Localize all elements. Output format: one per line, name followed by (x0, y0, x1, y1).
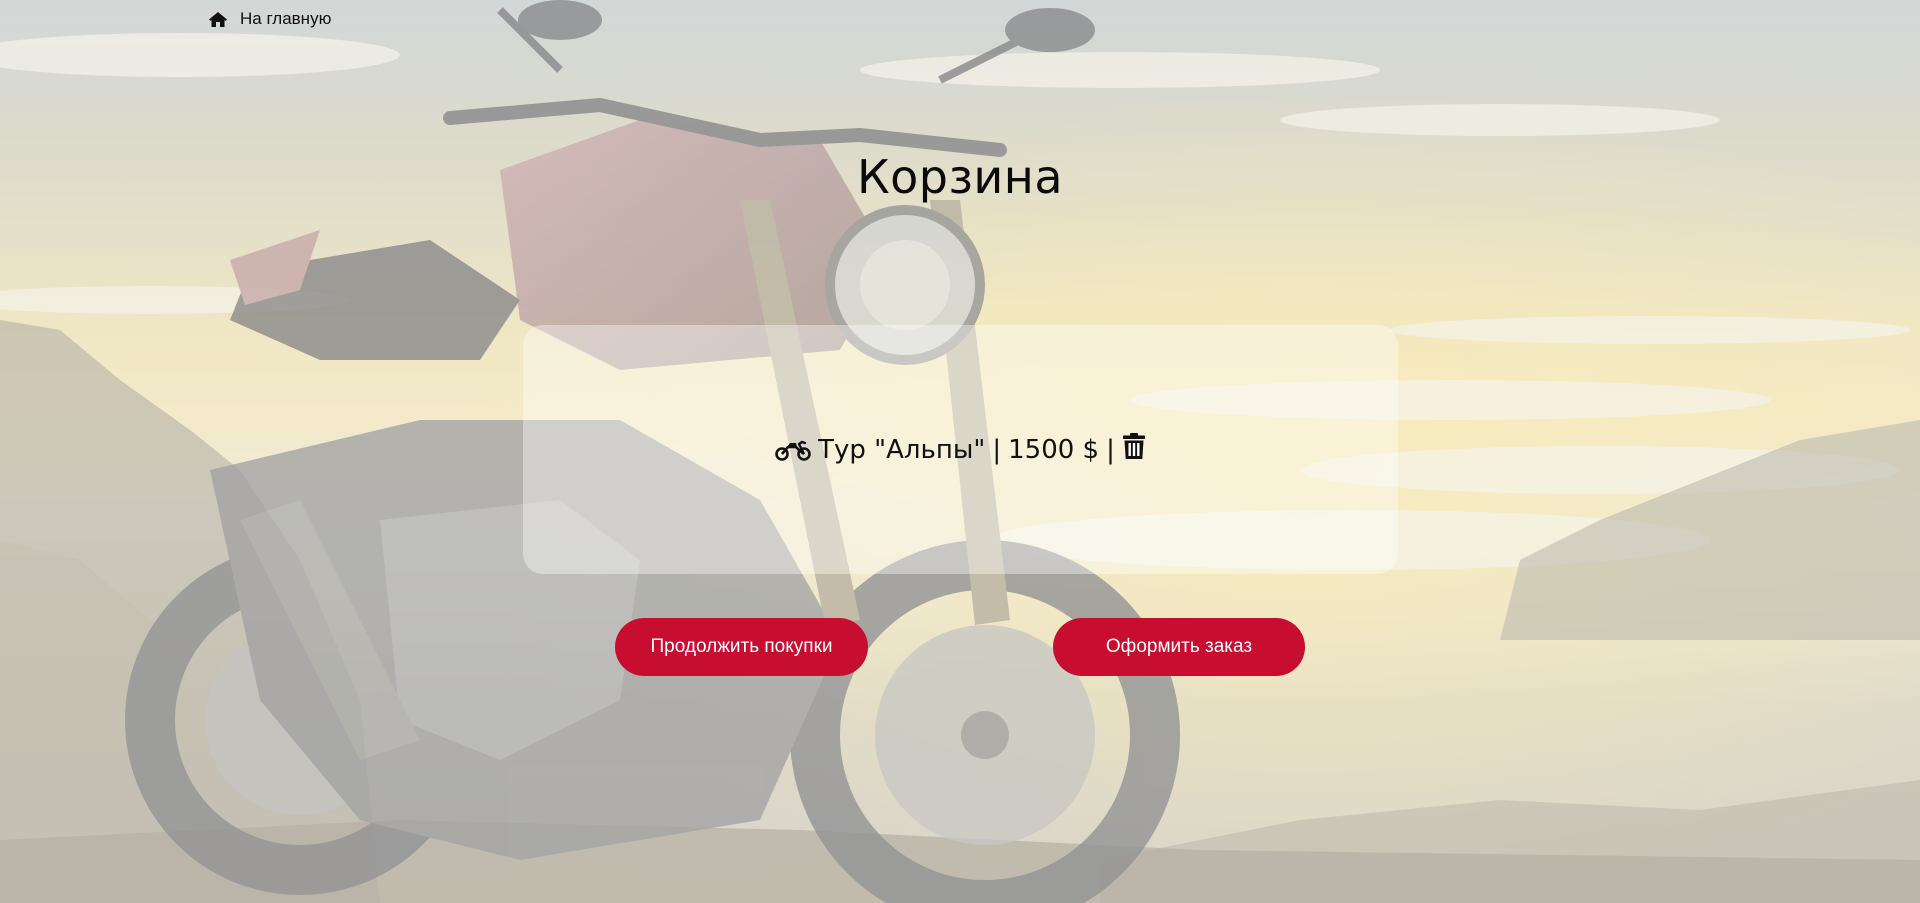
home-link-label: На главную (240, 9, 332, 28)
trash-icon (1122, 432, 1146, 467)
cart-item-separator: | (992, 434, 1002, 465)
cart-item-separator: | (1106, 434, 1115, 465)
cart-item-name: Тур "Альпы" (818, 434, 986, 465)
cart-item: Тур "Альпы" | 1500 $ | (775, 432, 1146, 467)
cart-panel: Тур "Альпы" | 1500 $ | (523, 325, 1398, 574)
cart-item-price: 1500 $ (1008, 434, 1100, 465)
remove-item-button[interactable] (1122, 432, 1146, 467)
motorcycle-icon (775, 438, 811, 462)
home-link[interactable]: На главную (208, 9, 331, 29)
page-title: Корзина (856, 150, 1064, 204)
checkout-button[interactable]: Оформить заказ (1053, 618, 1305, 676)
home-icon (208, 11, 228, 28)
continue-shopping-button[interactable]: Продолжить покупки (615, 618, 868, 676)
